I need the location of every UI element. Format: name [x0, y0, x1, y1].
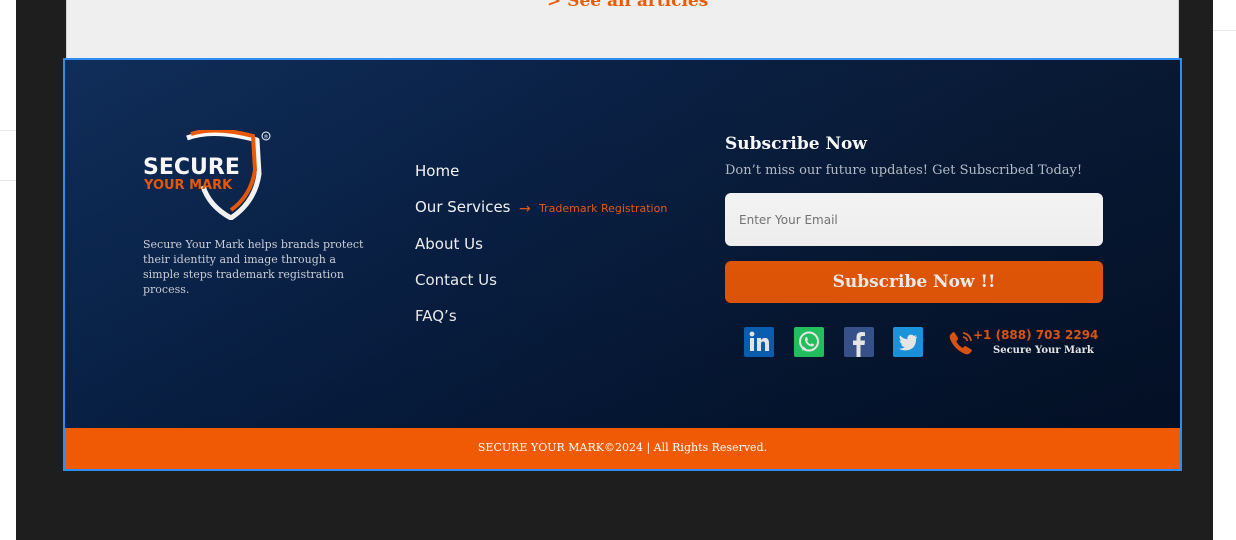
linkedin-link[interactable]: [744, 327, 774, 357]
brand-logo[interactable]: ® SECURE YOUR MARK: [143, 128, 275, 221]
arrow-right-icon: →: [519, 201, 531, 217]
phone-number-link[interactable]: +1 (888) 703 2294: [973, 328, 1098, 342]
subscribe-button[interactable]: Subscribe Now !!: [725, 261, 1103, 303]
shield-logo-icon: ® SECURE YOUR MARK: [143, 128, 271, 221]
nav-contact-us[interactable]: Contact Us: [415, 271, 497, 289]
page-edge-line-right: [1213, 30, 1236, 31]
whatsapp-icon: [794, 327, 824, 357]
page-edge-line-left-bottom: [0, 180, 16, 181]
nav-home[interactable]: Home: [415, 162, 459, 180]
nav-about-us[interactable]: About Us: [415, 235, 483, 253]
phone-icon: [949, 332, 972, 355]
linkedin-icon: [744, 327, 774, 357]
brand-line1: SECURE: [143, 155, 240, 180]
email-input[interactable]: [725, 193, 1103, 246]
nav-our-services[interactable]: Our Services: [415, 198, 511, 216]
facebook-link[interactable]: [844, 327, 874, 357]
articles-section: > See all articles: [66, 0, 1179, 58]
subscribe-title: Subscribe Now: [725, 134, 867, 154]
subscribe-description: Don’t miss our future updates! Get Subsc…: [725, 163, 1083, 178]
trademark-registration-label: Trademark Registration: [539, 202, 668, 215]
brand-line2: YOUR MARK: [143, 178, 233, 193]
trademark-registration-link[interactable]: → Trademark Registration: [519, 201, 668, 217]
copyright-bar: SECURE YOUR MARK©2024 | All Rights Reser…: [65, 428, 1180, 469]
site-footer: ® SECURE YOUR MARK Secure Your Mark help…: [63, 58, 1182, 471]
see-all-articles-link[interactable]: > See all articles: [547, 0, 708, 11]
phone-label: Secure Your Mark: [993, 345, 1094, 356]
about-text: Secure Your Mark helps brands protect th…: [143, 238, 364, 296]
twitter-link[interactable]: [893, 327, 923, 357]
twitter-icon: [893, 327, 923, 357]
facebook-icon: [844, 327, 874, 357]
whatsapp-link[interactable]: [794, 327, 824, 357]
copyright-text: SECURE YOUR MARK©2024 | All Rights Reser…: [477, 441, 768, 454]
registered-mark: ®: [264, 134, 269, 141]
nav-faqs[interactable]: FAQ’s: [415, 307, 457, 325]
page-edge-line-left-top: [0, 130, 16, 131]
